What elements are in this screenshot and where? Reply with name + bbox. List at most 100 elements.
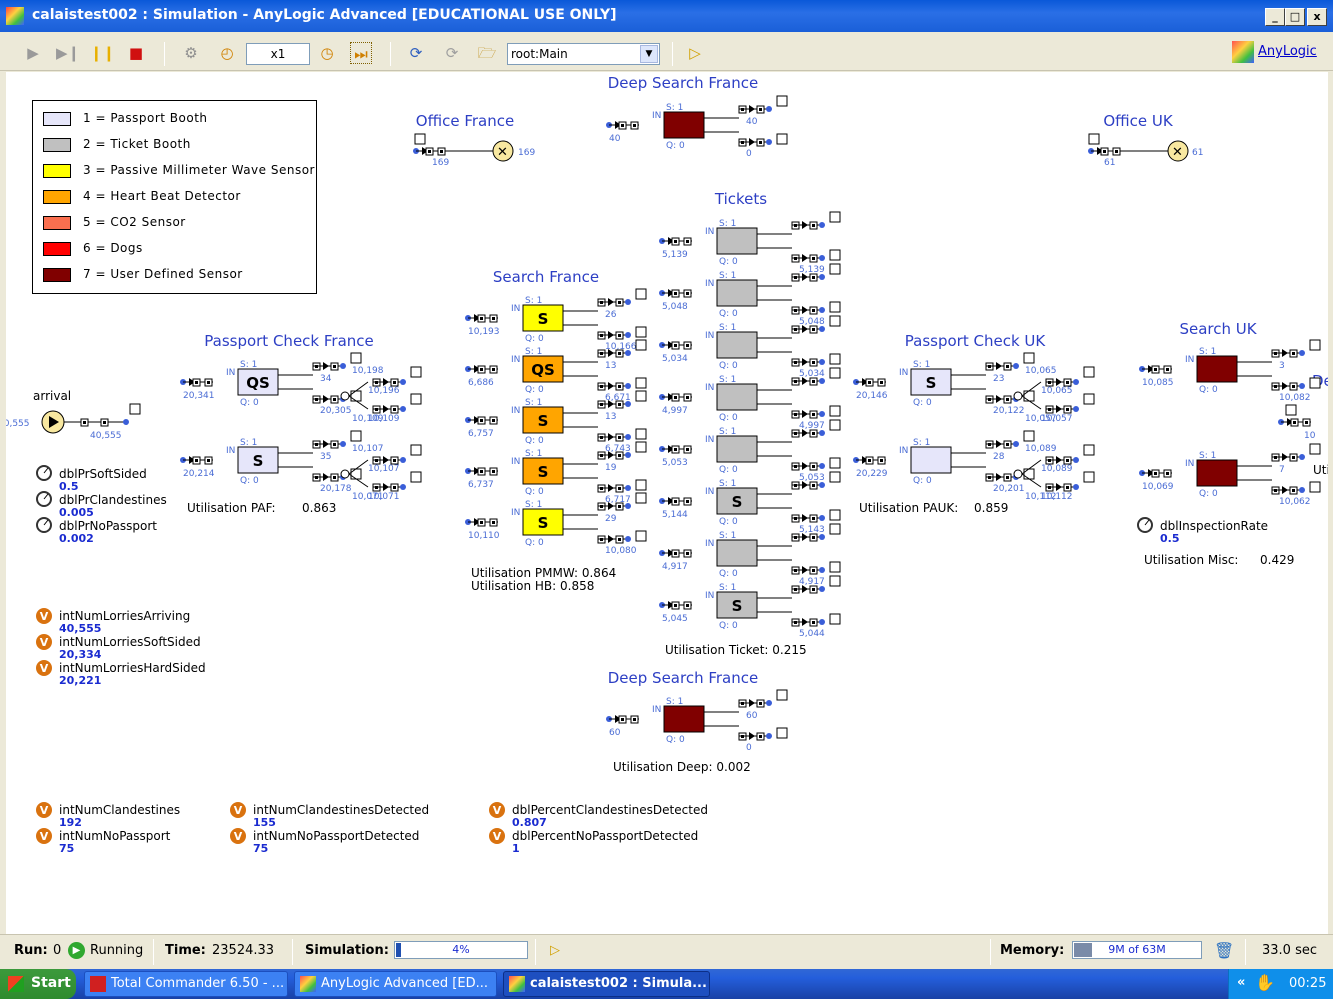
port-core: [1154, 368, 1157, 371]
in-count: 6,757: [468, 429, 494, 439]
root-select-value: root:Main: [511, 47, 568, 61]
arrow-head: [749, 105, 755, 113]
anylogic-link[interactable]: AnyLogic: [1258, 44, 1317, 59]
inspect-small-icon[interactable]: ▷: [550, 943, 560, 958]
true-count: 29: [605, 514, 617, 524]
pause-icon[interactable]: ❙❙: [90, 42, 115, 64]
task-total-commander[interactable]: Total Commander 6.50 - ...: [84, 971, 288, 997]
port-core: [618, 334, 621, 337]
flow-end-dot: [819, 430, 825, 436]
task-calaistest[interactable]: calaistest002 : Simula...: [503, 971, 710, 997]
floppy-icon: [90, 976, 106, 992]
in-label: IN: [652, 705, 661, 715]
port-core: [428, 150, 431, 153]
queue-label: Q: 0: [1199, 489, 1218, 499]
port-core: [812, 569, 815, 572]
title-deep-search-bottom: Deep Search France: [608, 669, 758, 687]
taskbar: Start Total Commander 6.50 - ... AnyLogi…: [0, 969, 1333, 999]
port-core: [393, 459, 396, 462]
port-core: [633, 718, 636, 721]
ticket-booth-block: [716, 435, 758, 463]
arrival-count-out: 40,555: [90, 431, 122, 441]
start-button[interactable]: Start: [0, 969, 76, 999]
hand-icon[interactable]: ✋: [1255, 973, 1275, 992]
small-square: [829, 211, 841, 223]
port-core: [686, 344, 689, 347]
step-icon[interactable]: ▶❙: [56, 42, 80, 64]
flow-end-dot: [819, 274, 825, 280]
folder-up-icon[interactable]: 🗁: [476, 42, 498, 64]
in-count: 6,737: [468, 480, 494, 490]
navigate-icon[interactable]: ⟳: [441, 42, 463, 64]
servers-label: S: 1: [240, 438, 257, 448]
arrow-head: [996, 473, 1002, 481]
small-square: [829, 315, 841, 327]
flow-end-dot: [400, 379, 406, 385]
sink-x: ✕: [497, 145, 508, 160]
queue-label: Q: 0: [240, 398, 259, 408]
servers-label: S: 1: [525, 500, 542, 510]
flow-end-dot: [1073, 484, 1079, 490]
search-uk-block: [1196, 355, 1238, 383]
small-square: [829, 301, 841, 313]
in-count: 10,193: [468, 327, 500, 337]
legend-swatch: [43, 164, 71, 178]
in-label: IN: [705, 435, 714, 445]
tray-expand-icon[interactable]: «: [1237, 975, 1245, 990]
false-count: 20,178: [320, 484, 352, 494]
variable-v: V: [40, 610, 49, 623]
true-count: 40: [746, 117, 758, 127]
time-label: Time:: [165, 943, 206, 958]
true-count: 23: [993, 374, 1004, 384]
run-state: Running: [90, 943, 144, 958]
stop-icon[interactable]: ■: [125, 42, 147, 64]
flow-end-dot: [400, 406, 406, 412]
port-core: [103, 421, 106, 424]
in-count: 10,110: [468, 531, 500, 541]
legend-label: 4 = Heart Beat Detector: [83, 189, 241, 203]
port-core: [1006, 443, 1009, 446]
servers-label: S: 1: [525, 398, 542, 408]
chevron-down-icon[interactable]: ▼: [640, 45, 658, 63]
in-label: IN: [1185, 459, 1194, 469]
arrow-head: [608, 433, 614, 441]
port-core: [868, 459, 871, 462]
variable-name: intNumClandestinesDetected: [253, 803, 429, 817]
queue-label: Q: 0: [913, 398, 932, 408]
inspect-icon[interactable]: ▷: [684, 42, 706, 64]
task-anylogic-advanced[interactable]: AnyLogic Advanced [ED...: [294, 971, 497, 997]
real-time-icon[interactable]: ⚙: [180, 42, 202, 64]
run-icon[interactable]: ▶: [22, 42, 44, 64]
arrow-head: [996, 395, 1002, 403]
port-core: [393, 408, 396, 411]
variable-name: intNumNoPassport: [59, 829, 171, 843]
small-square: [350, 390, 362, 402]
queue-label: Q: 0: [1199, 385, 1218, 395]
arrow-head: [1056, 405, 1062, 413]
small-square: [635, 339, 647, 351]
queue-label: Q: 0: [913, 476, 932, 486]
minimize-button[interactable]: _: [1265, 8, 1285, 26]
slower-icon[interactable]: ◴: [216, 42, 238, 64]
small-square: [829, 353, 841, 365]
maximize-button[interactable]: □: [1285, 8, 1305, 26]
arrow-head: [323, 473, 329, 481]
arrow-head: [323, 440, 329, 448]
faster-icon[interactable]: ◷: [316, 42, 338, 64]
root-select[interactable]: root:Main ▼: [507, 43, 660, 65]
speed-field[interactable]: x1: [246, 43, 310, 65]
false-count: 0: [746, 149, 752, 159]
servers-label: S: 1: [719, 479, 736, 489]
small-square: [1309, 443, 1321, 455]
close-button[interactable]: x: [1307, 8, 1327, 26]
garbage-collect-icon[interactable]: 🗑: [1214, 941, 1234, 961]
arrow-head: [802, 410, 808, 418]
flow-end-dot: [766, 106, 772, 112]
small-square: [350, 430, 362, 442]
block-letter: S: [926, 374, 937, 392]
virtual-time-icon[interactable]: ⏭: [350, 42, 372, 64]
port-core: [1066, 381, 1069, 384]
flow-end-dot: [400, 457, 406, 463]
navigate-up-icon[interactable]: ⟳: [405, 42, 427, 64]
in-count: 60: [609, 728, 621, 738]
